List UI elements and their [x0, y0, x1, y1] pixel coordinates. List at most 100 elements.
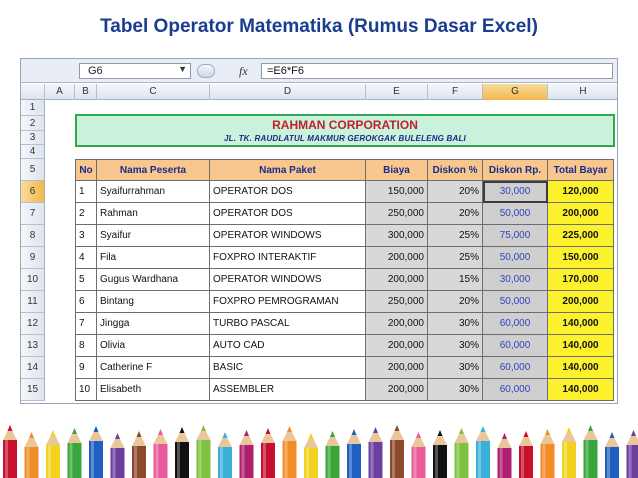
name-box-dropdown-icon[interactable]: ▼ [178, 64, 187, 74]
cell-diskon-persen[interactable]: 20% [428, 181, 483, 203]
column-title-diskon-persen[interactable]: Diskon % [428, 159, 483, 181]
cell-diskon-persen[interactable]: 30% [428, 335, 483, 357]
column-title-no[interactable]: No [75, 159, 97, 181]
cell-biaya[interactable]: 200,000 [366, 335, 428, 357]
cell-total-bayar[interactable]: 140,000 [548, 357, 614, 379]
column-header-g[interactable]: G [483, 84, 548, 100]
cell-diskon-rp[interactable]: 50,000 [483, 291, 548, 313]
cell-diskon-rp[interactable]: 60,000 [483, 379, 548, 401]
cell-nama-paket[interactable]: FOXPRO PEMROGRAMAN [210, 291, 366, 313]
cell-total-bayar[interactable]: 225,000 [548, 225, 614, 247]
name-box[interactable]: G6 ▼ [79, 63, 191, 79]
column-header-f[interactable]: F [428, 84, 483, 100]
cell-total-bayar[interactable]: 140,000 [548, 313, 614, 335]
cell-diskon-rp[interactable]: 60,000 [483, 357, 548, 379]
cell-diskon-persen[interactable]: 25% [428, 247, 483, 269]
cell-no[interactable]: 4 [75, 247, 97, 269]
cell-nama-paket[interactable]: BASIC [210, 357, 366, 379]
row-header-13[interactable]: 13 [21, 335, 45, 357]
column-header-a[interactable]: A [45, 84, 75, 100]
row-header-6[interactable]: 6 [21, 181, 45, 203]
cell-biaya[interactable]: 150,000 [366, 181, 428, 203]
column-title-diskon-rp[interactable]: Diskon Rp. [483, 159, 548, 181]
cell-total-bayar[interactable]: 120,000 [548, 181, 614, 203]
company-banner[interactable]: RAHMAN CORPORATION JL. TK. RAUDLATUL MAK… [75, 114, 615, 147]
row-header-11[interactable]: 11 [21, 291, 45, 313]
cell-nama-peserta[interactable]: Catherine F [97, 357, 210, 379]
cell-nama-peserta[interactable]: Fila [97, 247, 210, 269]
row-header-12[interactable]: 12 [21, 313, 45, 335]
column-header-h[interactable]: H [548, 84, 617, 100]
cell-nama-peserta[interactable]: Gugus Wardhana [97, 269, 210, 291]
column-header-c[interactable]: C [97, 84, 210, 100]
row-header-4[interactable]: 4 [21, 145, 45, 159]
cell-no[interactable]: 2 [75, 203, 97, 225]
cell-nama-paket[interactable]: OPERATOR WINDOWS [210, 225, 366, 247]
cell-nama-paket[interactable]: TURBO PASCAL [210, 313, 366, 335]
cell-diskon-persen[interactable]: 30% [428, 313, 483, 335]
column-title-nama-paket[interactable]: Nama Paket [210, 159, 366, 181]
cell-no[interactable]: 9 [75, 357, 97, 379]
cell-no[interactable]: 3 [75, 225, 97, 247]
column-header-b[interactable]: B [75, 84, 97, 100]
cell-diskon-rp[interactable]: 30,000 [483, 181, 548, 203]
cell-diskon-rp[interactable]: 60,000 [483, 335, 548, 357]
cell-diskon-persen[interactable]: 20% [428, 203, 483, 225]
cell-diskon-persen[interactable]: 30% [428, 357, 483, 379]
cell-nama-peserta[interactable]: Syaifur [97, 225, 210, 247]
cell-biaya[interactable]: 250,000 [366, 203, 428, 225]
cell-nama-paket[interactable]: FOXPRO INTERAKTIF [210, 247, 366, 269]
cell-total-bayar[interactable]: 140,000 [548, 335, 614, 357]
cell-total-bayar[interactable]: 140,000 [548, 379, 614, 401]
cell-nama-peserta[interactable]: Rahman [97, 203, 210, 225]
cell-diskon-persen[interactable]: 15% [428, 269, 483, 291]
cell-biaya[interactable]: 250,000 [366, 291, 428, 313]
cell-nama-peserta[interactable]: Bintang [97, 291, 210, 313]
cell-nama-paket[interactable]: OPERATOR WINDOWS [210, 269, 366, 291]
row-header-9[interactable]: 9 [21, 247, 45, 269]
cell-total-bayar[interactable]: 170,000 [548, 269, 614, 291]
cell-diskon-persen[interactable]: 25% [428, 225, 483, 247]
formula-input[interactable]: =E6*F6 [261, 63, 613, 79]
cell-nama-peserta[interactable]: Jingga [97, 313, 210, 335]
cell-total-bayar[interactable]: 150,000 [548, 247, 614, 269]
cell-nama-paket[interactable]: OPERATOR DOS [210, 181, 366, 203]
cell-no[interactable]: 8 [75, 335, 97, 357]
cell-no[interactable]: 6 [75, 291, 97, 313]
cell-no[interactable]: 10 [75, 379, 97, 401]
cell-no[interactable]: 1 [75, 181, 97, 203]
cell-diskon-rp[interactable]: 60,000 [483, 313, 548, 335]
row-header-1[interactable]: 1 [21, 100, 45, 116]
cell-diskon-rp[interactable]: 30,000 [483, 269, 548, 291]
column-title-biaya[interactable]: Biaya [366, 159, 428, 181]
column-header-e[interactable]: E [366, 84, 428, 100]
row-header-15[interactable]: 15 [21, 379, 45, 401]
cell-biaya[interactable]: 200,000 [366, 269, 428, 291]
cell-diskon-rp[interactable]: 50,000 [483, 203, 548, 225]
cell-nama-peserta[interactable]: Syaifurrahman [97, 181, 210, 203]
cell-nama-peserta[interactable]: Elisabeth [97, 379, 210, 401]
cell-nama-paket[interactable]: OPERATOR DOS [210, 203, 366, 225]
cell-no[interactable]: 5 [75, 269, 97, 291]
cell-biaya[interactable]: 200,000 [366, 357, 428, 379]
column-title-total-bayar[interactable]: Total Bayar [548, 159, 614, 181]
cell-biaya[interactable]: 200,000 [366, 313, 428, 335]
cell-biaya[interactable]: 200,000 [366, 379, 428, 401]
row-header-14[interactable]: 14 [21, 357, 45, 379]
cell-total-bayar[interactable]: 200,000 [548, 291, 614, 313]
cell-nama-paket[interactable]: ASSEMBLER [210, 379, 366, 401]
cell-nama-paket[interactable]: AUTO CAD [210, 335, 366, 357]
row-header-10[interactable]: 10 [21, 269, 45, 291]
row-header-8[interactable]: 8 [21, 225, 45, 247]
cell-biaya[interactable]: 300,000 [366, 225, 428, 247]
row-header-7[interactable]: 7 [21, 203, 45, 225]
formula-bar-toggle-button[interactable] [197, 64, 215, 78]
cell-diskon-persen[interactable]: 30% [428, 379, 483, 401]
row-header-3[interactable]: 3 [21, 131, 45, 145]
cell-no[interactable]: 7 [75, 313, 97, 335]
cell-diskon-rp[interactable]: 75,000 [483, 225, 548, 247]
row-header-2[interactable]: 2 [21, 116, 45, 131]
cell-biaya[interactable]: 200,000 [366, 247, 428, 269]
insert-function-icon[interactable]: fx [239, 64, 248, 79]
cell-diskon-rp[interactable]: 50,000 [483, 247, 548, 269]
